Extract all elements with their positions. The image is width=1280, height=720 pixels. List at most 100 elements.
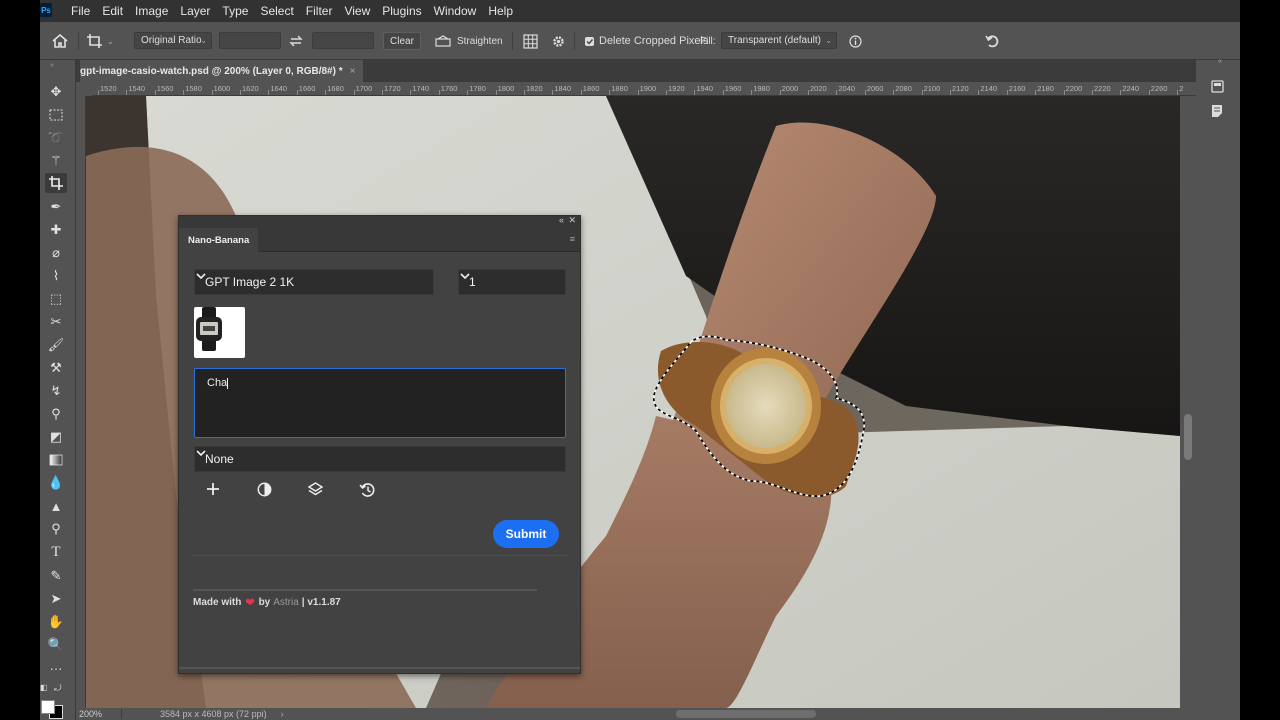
- layers-icon[interactable]: [308, 482, 330, 502]
- brush-tool-icon[interactable]: 🖌: [45, 335, 67, 355]
- foreground-color-swatch[interactable]: [41, 700, 55, 714]
- zoom-level[interactable]: 200%: [76, 709, 122, 719]
- eraser-tool-icon[interactable]: ◩: [45, 427, 67, 447]
- tab-nano-banana[interactable]: Nano-Banana: [179, 228, 259, 252]
- document-tab[interactable]: gpt-image-casio-watch.psd @ 200% (Layer …: [80, 60, 364, 82]
- eyedropper-tool-icon[interactable]: ✒: [45, 197, 67, 217]
- ratio-dropdown[interactable]: Original Ratio ⌄: [134, 32, 212, 49]
- content-aware-tool-icon[interactable]: ⬚: [45, 289, 67, 309]
- status-menu-chevron-icon[interactable]: ›: [281, 709, 284, 719]
- menu-layer[interactable]: Layer: [174, 0, 216, 22]
- default-colors-icon[interactable]: ◧: [40, 683, 52, 695]
- type-tool-icon[interactable]: T: [45, 542, 67, 562]
- ruler-tick-mark: [126, 90, 128, 95]
- home-icon[interactable]: [50, 22, 70, 60]
- history-brush-tool-icon[interactable]: ↯: [45, 381, 67, 401]
- nano-banana-plugin-panel: « ✕ Nano-Banana ≡ GPT Image 2 1K 1 Cha N…: [178, 215, 581, 674]
- submit-button[interactable]: Submit: [493, 520, 559, 548]
- swap-dimensions-icon[interactable]: [287, 22, 305, 60]
- path-selection-tool-icon[interactable]: ➤: [45, 589, 67, 609]
- horizontal-scrollbar-thumb[interactable]: [676, 710, 816, 718]
- style-dropdown[interactable]: None: [194, 446, 566, 472]
- ruler-tick-mark: [921, 90, 923, 95]
- notes-panel-icon[interactable]: [1207, 102, 1227, 120]
- healing-brush-tool-icon[interactable]: ⌀: [45, 243, 67, 263]
- count-dropdown[interactable]: 1: [458, 269, 566, 295]
- scrollbar-thumb[interactable]: [1184, 414, 1192, 460]
- text-caret: [227, 377, 229, 389]
- menu-window[interactable]: Window: [428, 0, 483, 22]
- sharpen-tool-icon[interactable]: ▲: [45, 496, 67, 516]
- add-icon[interactable]: [206, 482, 228, 502]
- pen-tool-icon[interactable]: ✎: [45, 566, 67, 586]
- swap-colors-icon[interactable]: ⤾: [54, 683, 62, 694]
- ruler-tick-label: 2000: [781, 84, 799, 93]
- panel-bottom-border: [179, 667, 580, 669]
- collapse-panel-icon[interactable]: «: [559, 215, 564, 225]
- ruler-tick-mark: [325, 90, 327, 95]
- prompt-text: Cha: [207, 377, 228, 389]
- width-input[interactable]: [219, 32, 281, 49]
- collapse-icon[interactable]: »: [50, 62, 54, 69]
- ruler-tick-label: 2060: [866, 84, 884, 93]
- marquee-tool-icon[interactable]: [45, 105, 67, 125]
- straighten-button[interactable]: Straighten: [435, 22, 507, 60]
- more-tools-icon[interactable]: ···: [45, 658, 67, 678]
- overlay-grid-icon[interactable]: [520, 22, 540, 60]
- menu-file[interactable]: File: [65, 0, 96, 22]
- reset-undo-icon[interactable]: [983, 22, 1001, 60]
- magic-wand-tool-icon[interactable]: ⚚: [45, 151, 67, 171]
- menu-bar: File Edit Image Layer Type Select Filter View Pl…: [40, 0, 1240, 22]
- expand-panels-icon[interactable]: «: [1218, 58, 1222, 65]
- remove-tool-icon[interactable]: ✂: [45, 312, 67, 332]
- model-dropdown[interactable]: GPT Image 2 1K: [194, 269, 434, 295]
- ruler-tick-label: 1720: [384, 84, 401, 93]
- lasso-tool-icon[interactable]: ➰: [45, 128, 67, 148]
- zoom-tool-icon[interactable]: 🔍: [45, 635, 67, 655]
- prompt-textarea[interactable]: Cha: [194, 368, 566, 438]
- mixer-brush-tool-icon[interactable]: ⚲: [45, 404, 67, 424]
- properties-panel-icon[interactable]: [1207, 77, 1227, 95]
- menu-edit[interactable]: Edit: [96, 0, 129, 22]
- crop-tool-icon[interactable]: [45, 173, 67, 193]
- reference-image-thumbnail[interactable]: [194, 307, 245, 358]
- clear-button[interactable]: Clear: [383, 32, 421, 50]
- gradient-tool-icon[interactable]: [45, 450, 67, 470]
- ruler-tick-mark: [836, 90, 838, 95]
- menu-filter[interactable]: Filter: [300, 0, 339, 22]
- patch-tool-icon[interactable]: ⌇: [45, 266, 67, 286]
- menu-type[interactable]: Type: [216, 0, 254, 22]
- menu-select[interactable]: Select: [254, 0, 299, 22]
- fill-dropdown[interactable]: Transparent (default) ⌄: [721, 32, 837, 49]
- height-input[interactable]: [312, 32, 374, 49]
- ruler-tick-label: 1660: [298, 84, 316, 93]
- close-tab-icon[interactable]: ×: [350, 66, 356, 77]
- delete-cropped-pixels-checkbox[interactable]: Delete Cropped Pixels: [585, 22, 708, 60]
- document-canvas[interactable]: « ✕ Nano-Banana ≡ GPT Image 2 1K 1 Cha N…: [86, 96, 1180, 708]
- ruler-tick-mark: [1177, 90, 1179, 95]
- hand-tool-icon[interactable]: ✋: [45, 612, 67, 632]
- footer-brand-link[interactable]: Astria: [273, 597, 299, 608]
- vertical-scrollbar[interactable]: [1180, 96, 1196, 708]
- menu-help[interactable]: Help: [482, 0, 519, 22]
- menu-image[interactable]: Image: [129, 0, 174, 22]
- ruler-tick-mark: [893, 90, 895, 95]
- info-icon[interactable]: [847, 22, 863, 60]
- blur-tool-icon[interactable]: 💧: [45, 473, 67, 493]
- contrast-icon[interactable]: [257, 482, 279, 502]
- history-icon[interactable]: [359, 482, 381, 502]
- right-panel-dock: «: [1196, 58, 1240, 720]
- spot-healing-tool-icon[interactable]: ✚: [45, 220, 67, 240]
- close-panel-icon[interactable]: ✕: [568, 215, 576, 226]
- plugin-footer: Made with ❤ by Astria | v1.1.87: [193, 596, 341, 609]
- menu-plugins[interactable]: Plugins: [376, 0, 427, 22]
- move-tool-icon[interactable]: ✥: [45, 82, 67, 102]
- crop-settings-gear-icon[interactable]: [548, 22, 568, 60]
- dodge-tool-icon[interactable]: ⚲: [45, 519, 67, 539]
- ratio-value: Original Ratio: [141, 35, 202, 46]
- panel-menu-icon[interactable]: ≡: [570, 234, 575, 244]
- menu-view[interactable]: View: [338, 0, 376, 22]
- clone-stamp-tool-icon[interactable]: ⚒: [45, 358, 67, 378]
- crop-tool-preset-picker[interactable]: ⌄: [86, 22, 118, 60]
- ruler-tick-label: 1960: [724, 84, 742, 93]
